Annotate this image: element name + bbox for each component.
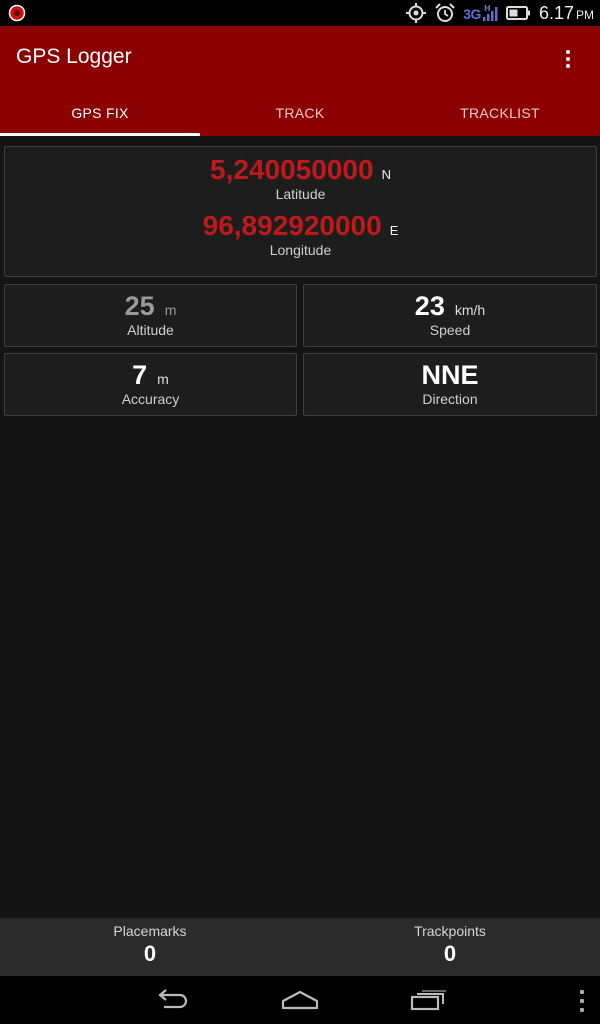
nav-menu-dot (580, 999, 584, 1003)
latitude-row: 5,240050000 N (5, 147, 596, 186)
speed-label: Speed (429, 322, 471, 338)
home-button[interactable] (276, 984, 324, 1016)
overflow-dot (566, 57, 570, 61)
longitude-hemisphere: E (389, 223, 399, 238)
network-sub-label: H (484, 4, 490, 13)
accuracy-value: 7 (132, 360, 148, 390)
alarm-icon (435, 3, 455, 22)
trackpoints-counter: Trackpoints 0 (300, 918, 600, 976)
nav-menu-dot (580, 1008, 584, 1012)
latitude-hemisphere: N (381, 167, 391, 182)
tab-bar: GPS FIX TRACK TRACKLIST (0, 94, 600, 136)
tab-track[interactable]: TRACK (200, 94, 400, 136)
direction-row: NNE (304, 354, 596, 391)
nav-menu-button[interactable] (578, 990, 586, 1012)
coordinates-panel: 5,240050000 N Latitude 96,892920000 E Lo… (4, 146, 597, 277)
clock: 6.17 PM (539, 3, 594, 24)
direction-label: Direction (422, 391, 478, 407)
app-bar: GPS Logger GPS FIX TRACK TRACKLIST (0, 26, 600, 136)
navigation-bar (0, 976, 600, 1024)
speed-unit: km/h (454, 302, 486, 318)
clock-time: 6.17 (538, 2, 574, 23)
back-icon (158, 989, 188, 1009)
speed-panel: 23 km/h Speed (303, 284, 597, 347)
latitude-value: 5,240050000 (210, 154, 374, 185)
screen: 3G H 6.17 PM GPS Logger GPS FIX TRACK TR… (0, 0, 600, 1024)
speed-row: 23 km/h (304, 285, 596, 322)
trackpoints-label: Trackpoints (414, 923, 486, 939)
altitude-panel: 25 m Altitude (4, 284, 297, 347)
home-icon (281, 990, 319, 1010)
status-bar: 3G H 6.17 PM (0, 0, 600, 26)
altitude-value: 25 (124, 291, 155, 321)
status-icons: 3G H 6.17 PM (405, 0, 594, 26)
accuracy-row: 7 m (5, 354, 296, 391)
counters-bar: Placemarks 0 Trackpoints 0 (0, 918, 600, 976)
placemarks-value: 0 (143, 941, 157, 966)
speed-value: 23 (414, 291, 445, 321)
network-type: 3G (463, 6, 481, 22)
direction-panel: NNE Direction (303, 353, 597, 416)
back-button[interactable] (148, 984, 196, 1016)
record-icon (8, 4, 26, 22)
tab-gps-fix[interactable]: GPS FIX (0, 94, 200, 136)
overflow-dot (566, 64, 570, 68)
network-indicator: 3G H (463, 4, 499, 22)
altitude-row: 25 m (5, 285, 296, 322)
placemarks-counter: Placemarks 0 (0, 918, 300, 976)
altitude-unit: m (164, 302, 177, 318)
tab-tracklist[interactable]: TRACKLIST (400, 94, 600, 136)
placemarks-label: Placemarks (113, 923, 187, 939)
recent-apps-icon (410, 990, 446, 1011)
accuracy-unit: m (157, 371, 169, 387)
location-icon (406, 3, 427, 23)
battery-icon (505, 6, 530, 20)
accuracy-panel: 7 m Accuracy (4, 353, 297, 416)
app-title: GPS Logger (16, 45, 132, 68)
latitude-label: Latitude (275, 186, 326, 202)
altitude-label: Altitude (127, 322, 174, 338)
overflow-menu-button[interactable] (554, 46, 582, 72)
nav-menu-dot (580, 990, 584, 994)
overflow-dot (566, 50, 570, 54)
recent-apps-button[interactable] (404, 984, 452, 1016)
clock-ampm: PM (576, 7, 594, 22)
longitude-value: 96,892920000 (202, 210, 382, 241)
signal-icon: H (482, 4, 498, 21)
trackpoints-value: 0 (443, 941, 457, 966)
direction-value: NNE (421, 360, 479, 390)
longitude-label: Longitude (269, 242, 332, 258)
longitude-row: 96,892920000 E (5, 202, 596, 242)
accuracy-label: Accuracy (121, 391, 180, 407)
